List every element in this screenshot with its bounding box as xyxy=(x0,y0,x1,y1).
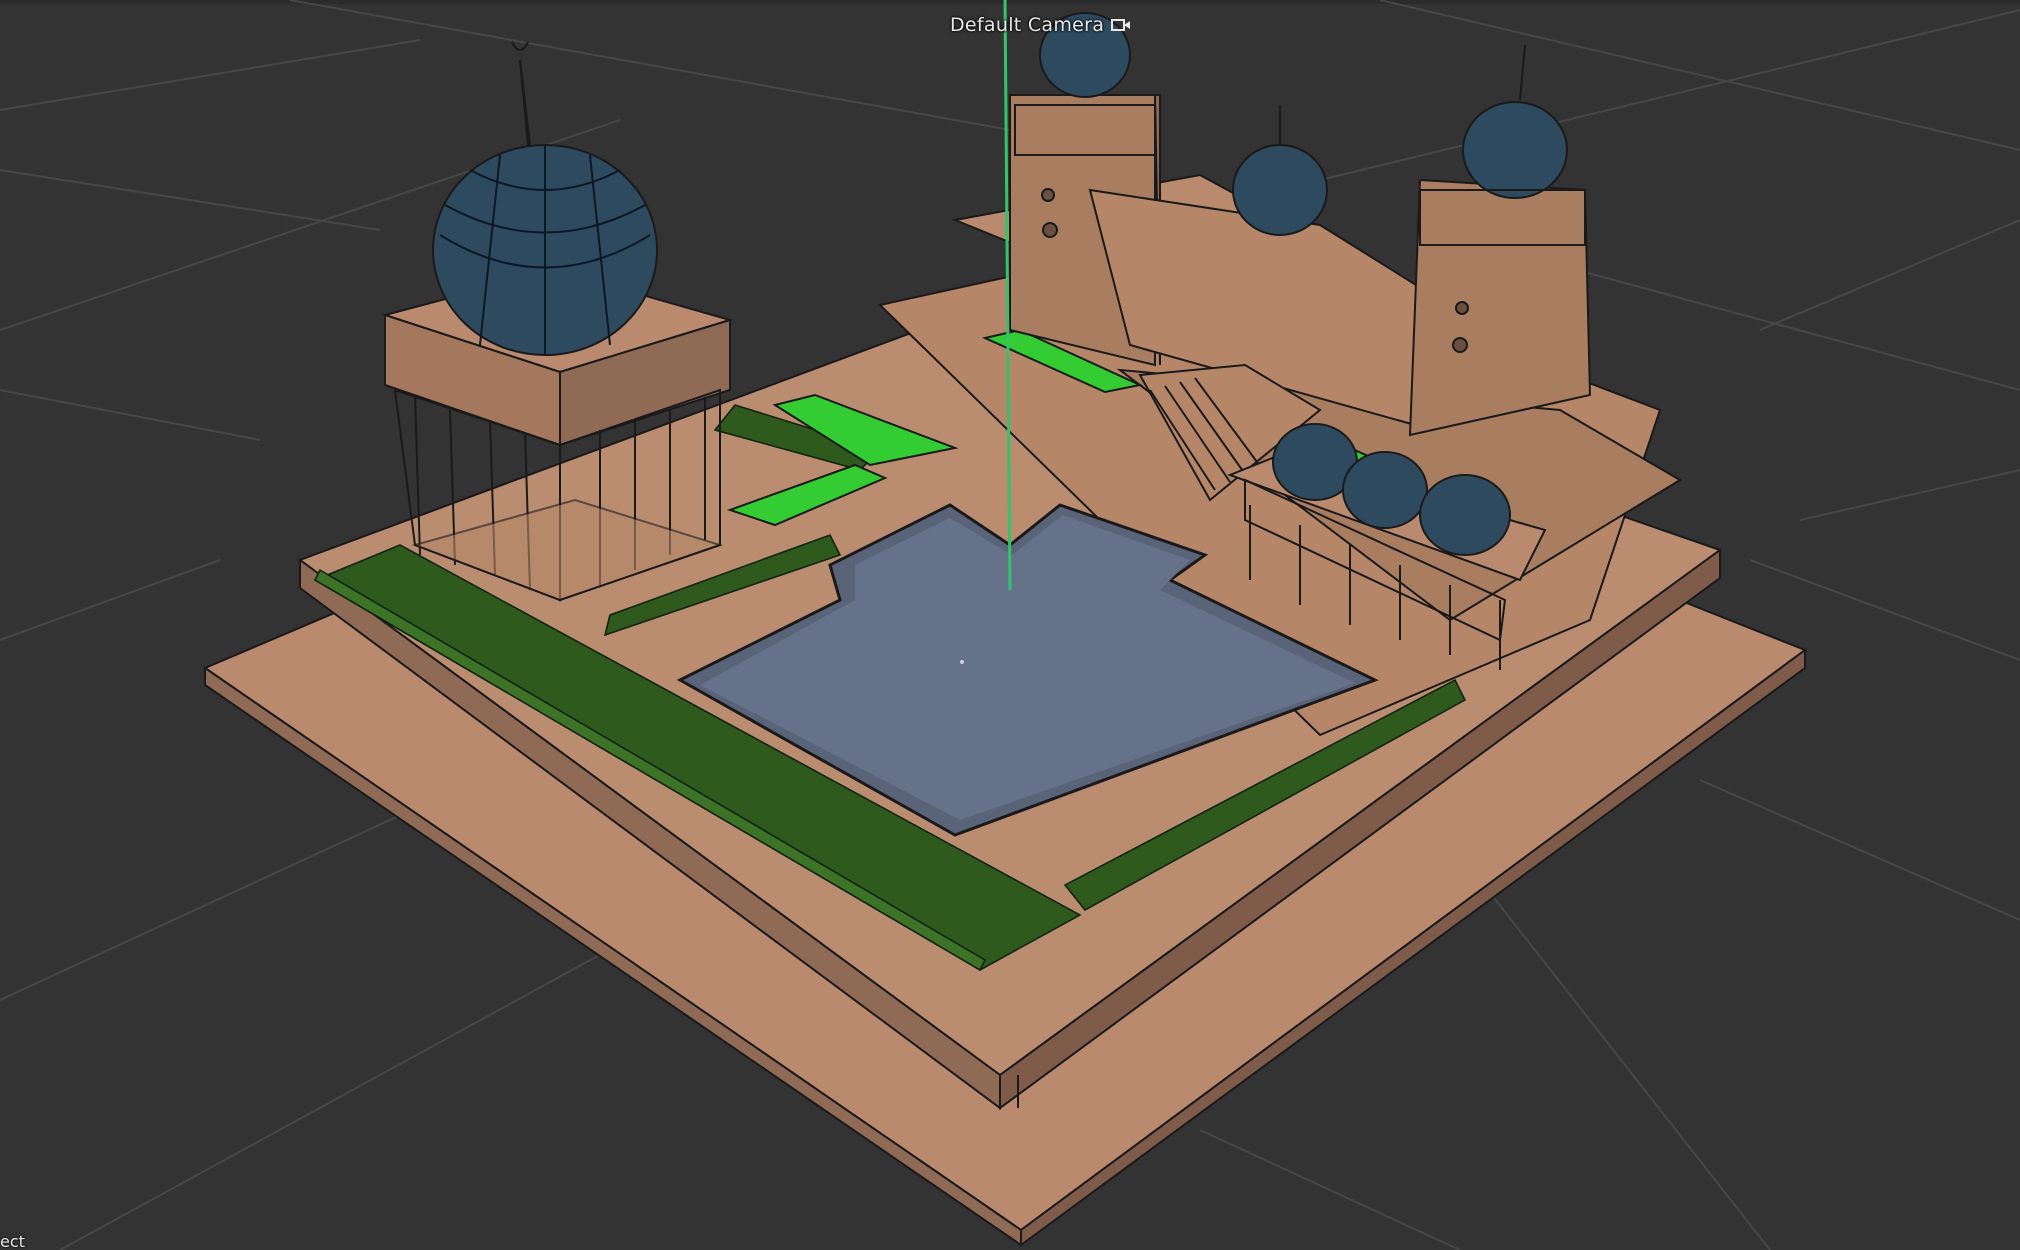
camera-selector[interactable]: Default Camera xyxy=(950,10,1132,40)
3d-viewport[interactable]: Default Camera ect xyxy=(0,0,2020,1250)
pivot-marker xyxy=(960,660,964,664)
status-text: ect xyxy=(0,1232,25,1250)
camera-label-text: Default Camera xyxy=(950,14,1105,36)
camera-icon[interactable] xyxy=(1110,17,1132,33)
scene-canvas[interactable] xyxy=(0,0,2020,1250)
